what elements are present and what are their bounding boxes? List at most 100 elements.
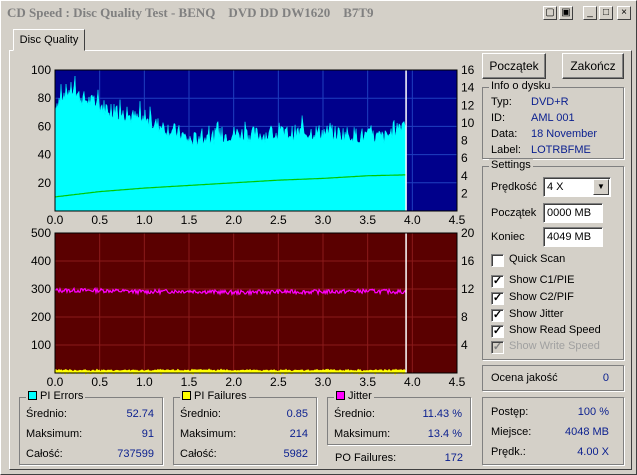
jitter-swatch xyxy=(336,391,345,400)
pie-total-value: 737599 xyxy=(117,448,154,460)
x-tick-label: 3.0 xyxy=(315,375,332,389)
pie-max-value: 91 xyxy=(141,428,154,440)
y2-tick-label: 16 xyxy=(461,254,475,268)
pi-failures-legend: PI Failures xyxy=(180,390,249,402)
pi-failures-title: PI Failures xyxy=(194,390,247,402)
minimize-button[interactable]: _ xyxy=(583,6,597,20)
y-tick-label: 500 xyxy=(31,226,51,240)
chevron-down-icon[interactable]: ▼ xyxy=(593,179,609,195)
jitter-avg-value: 11.43 % xyxy=(422,408,462,420)
x-tick-label: 2.0 xyxy=(225,375,242,389)
quick-scan-checkbox[interactable] xyxy=(491,254,504,267)
y-tick-label: 100 xyxy=(31,338,51,352)
show-read-speed-checkbox[interactable]: ✓ xyxy=(491,325,504,338)
x-tick-label: 4.5 xyxy=(449,375,466,389)
y2-tick-label: 20 xyxy=(461,226,475,240)
jitter-pif-chart: 0.0 0.5 1.0 1.5 2.0 2.5 3.0 3.5 4.0 4.5 500 400 300 2… xyxy=(31,226,475,389)
y-tick-label: 400 xyxy=(31,254,51,268)
progress-label: Postęp: xyxy=(491,406,529,418)
pif-avg-value: 0.85 xyxy=(286,408,308,420)
start-button[interactable]: Początek xyxy=(482,53,546,79)
y-tick-label: 80 xyxy=(38,91,52,105)
pie-avg-label: Średnio: xyxy=(26,408,67,420)
y2-tick-label: 6 xyxy=(461,151,468,165)
show-c2-checkbox[interactable]: ✓ xyxy=(491,292,504,305)
pif-total-value: 5982 xyxy=(283,448,308,460)
plot-area xyxy=(55,233,457,373)
pi-errors-swatch xyxy=(28,391,37,400)
position-label: Miejsce: xyxy=(491,426,532,438)
range-start-field[interactable]: 0000 MB xyxy=(543,203,603,223)
pif-avg-label: Średnio: xyxy=(180,408,221,420)
disc-date-label: Data: xyxy=(491,128,518,140)
end-button[interactable]: Zakończ xyxy=(562,53,624,79)
y2-tick-label: 12 xyxy=(461,282,475,296)
y-tick-label: 40 xyxy=(38,148,52,162)
y-tick-label: 300 xyxy=(31,282,51,296)
save-icon[interactable]: ▣ xyxy=(559,6,573,20)
close-button[interactable]: × xyxy=(617,6,631,20)
x-tick-label: 0.0 xyxy=(47,375,64,389)
pi-failures-group: PI Failures Średnio: 0.85 Maksimum: 214 … xyxy=(173,390,317,465)
show-jitter-checkbox[interactable]: ✓ xyxy=(491,309,504,322)
y2-tick-label: 4 xyxy=(461,338,468,352)
settings-group: Settings Prędkość 4 X ▼ Początek 0000 MB… xyxy=(482,159,624,360)
y2-tick-label: 2 xyxy=(461,186,468,200)
x-tick-label: 2.5 xyxy=(270,375,287,389)
y2-tick-label: 4 xyxy=(461,169,468,183)
pi-errors-title: PI Errors xyxy=(40,390,84,402)
jitter-avg-label: Średnio: xyxy=(334,408,375,420)
tab-disc-quality[interactable]: Disc Quality xyxy=(13,29,85,51)
copy-icon[interactable]: ▢ xyxy=(543,6,557,20)
show-c1-checkbox[interactable]: ✓ xyxy=(491,275,504,288)
y2-tick-label: 14 xyxy=(461,81,475,95)
speed-readout-label: Prędk.: xyxy=(491,446,526,458)
pif-total-label: Całość: xyxy=(180,448,217,460)
jitter-max-label: Maksimum: xyxy=(334,428,391,440)
jitter-max-value: 13.4 % xyxy=(427,428,462,440)
disc-date-value: 18 November xyxy=(531,128,598,140)
settings-title: Settings xyxy=(489,159,533,171)
po-failures-label: PO Failures: xyxy=(335,452,397,464)
y2-tick-label: 8 xyxy=(461,134,468,148)
disc-label-label: Label: xyxy=(491,144,521,156)
disc-id-value: AML 001 xyxy=(531,112,575,124)
y-tick-label: 60 xyxy=(38,119,52,133)
show-write-speed-label: Show Write Speed xyxy=(509,340,600,352)
y2-tick-label: 12 xyxy=(461,98,475,112)
maximize-button[interactable]: □ xyxy=(599,6,613,20)
y2-tick-label: 8 xyxy=(461,310,468,324)
pi-failures-swatch xyxy=(182,391,191,400)
speed-readout-value: 4.00 X xyxy=(577,446,609,458)
quality-score-group: Ocena jakość 0 xyxy=(482,365,624,391)
speed-select[interactable]: 4 X ▼ xyxy=(543,177,611,197)
quality-score-value: 0 xyxy=(602,372,609,384)
disc-type-label: Typ: xyxy=(491,96,512,108)
show-jitter-label: Show Jitter xyxy=(509,308,564,320)
x-tick-label: 3.5 xyxy=(359,375,376,389)
x-tick-label: 0.5 xyxy=(91,375,108,389)
range-end-field[interactable]: 4049 MB xyxy=(543,227,603,247)
jitter-legend: Jitter xyxy=(334,390,374,402)
x-tick-label: 1.0 xyxy=(136,375,153,389)
y2-tick-label: 10 xyxy=(461,116,475,130)
jitter-title: Jitter xyxy=(348,390,372,402)
pif-max-value: 214 xyxy=(289,428,308,440)
disc-label-value: LOTRBFME xyxy=(531,144,591,156)
pi-errors-group: PI Errors Średnio: 52.74 Maksimum: 91 Ca… xyxy=(19,390,163,465)
position-value: 4048 MB xyxy=(564,426,609,438)
disc-info-title: Info o dysku xyxy=(489,80,553,92)
progress-group: Postęp: 100 % Miejsce: 4048 MB Prędk.: 4… xyxy=(482,397,624,465)
app-window: CD Speed : Disc Quality Test - BENQ DVD … xyxy=(0,0,637,475)
x-tick-label: 1.5 xyxy=(181,375,198,389)
show-c1-label: Show C1/PIE xyxy=(509,274,575,286)
pif-max-label: Maksimum: xyxy=(180,428,237,440)
show-read-speed-label: Show Read Speed xyxy=(509,324,601,336)
y2-tick-label: 16 xyxy=(461,63,475,77)
disc-type-value: DVD+R xyxy=(531,96,569,108)
range-end-label: Koniec xyxy=(491,231,525,243)
quality-score-label: Ocena jakość xyxy=(491,372,558,384)
pi-errors-chart: 0.0 0.5 1.0 1.5 2.0 2.5 3.0 3.5 4.0 4.51008060402… xyxy=(31,63,475,227)
y-tick-label: 200 xyxy=(31,310,51,324)
show-write-speed-checkbox: ✓ xyxy=(491,341,504,354)
